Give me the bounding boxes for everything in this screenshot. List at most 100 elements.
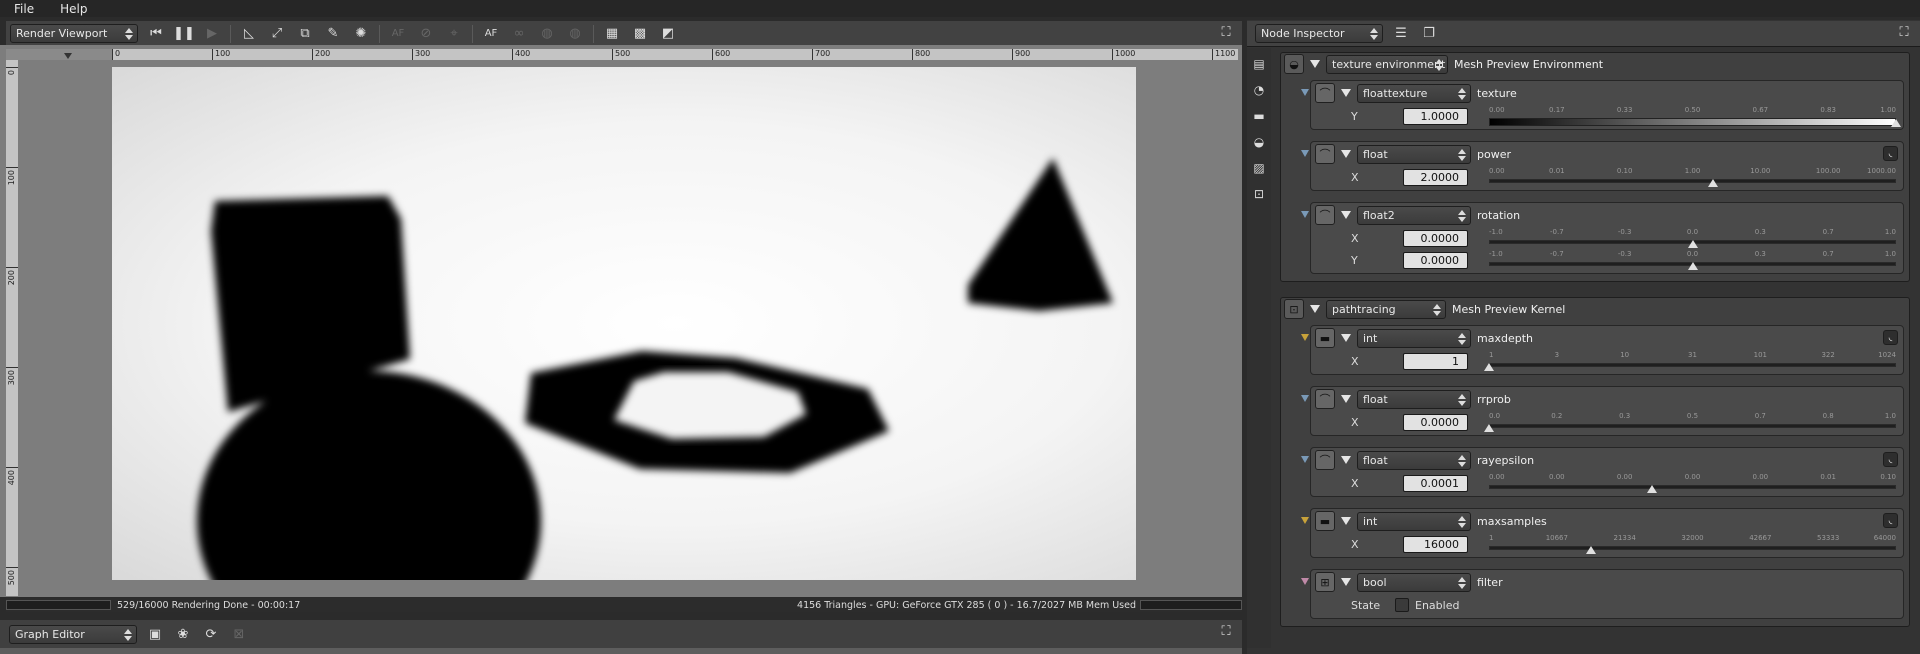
ruler-label: 1000 [1115, 49, 1136, 58]
node-color-icon[interactable]: ❀ [173, 624, 193, 644]
param-type-select[interactable]: int [1357, 511, 1471, 531]
menu-file[interactable]: File [0, 2, 46, 16]
collapse-param-icon[interactable] [1341, 211, 1351, 219]
value-slider[interactable]: 1 3 10 31 101 322 1024 [1484, 351, 1896, 371]
light-pick-icon[interactable]: ✺ [351, 24, 371, 44]
render-image [197, 158, 1113, 580]
maximize-icon[interactable]: ⛶ [1218, 25, 1234, 41]
link-icon[interactable]: ∞ [509, 24, 529, 44]
render-canvas[interactable] [112, 67, 1136, 580]
slider-thumb[interactable] [1484, 363, 1494, 371]
resize-icon[interactable]: ⤢ [267, 24, 287, 44]
autofocus-icon[interactable]: AF [481, 24, 501, 44]
graph-editor-mode-select[interactable]: Graph Editor [9, 624, 137, 644]
focus-icon[interactable]: ⊘ [416, 24, 436, 44]
ruler-tick [1112, 49, 1113, 60]
param-type-select[interactable]: float2 [1357, 205, 1471, 225]
curve-edit-icon[interactable]: ◟ [1883, 146, 1898, 161]
checker-icon[interactable]: ▩ [630, 24, 650, 44]
value-field[interactable]: 0.0000 [1403, 413, 1468, 431]
inspector-mode-select[interactable]: Node Inspector [1255, 24, 1383, 43]
node-refresh-icon[interactable]: ⟳ [201, 624, 221, 644]
ruler-tick [6, 467, 18, 468]
param-type-select[interactable]: bool [1357, 572, 1471, 592]
collapse-all-icon[interactable]: ☰ [1391, 24, 1411, 44]
value-slider[interactable]: 0.00 0.17 0.33 0.50 0.67 0.83 1.00 [1489, 106, 1901, 127]
param-type-select[interactable]: float [1357, 144, 1471, 164]
value-slider[interactable]: -1.0 -0.7 -0.3 0.0 0.3 0.7 1.0 [1489, 250, 1896, 270]
scale-label: 0.33 [1616, 106, 1633, 114]
skip-start-icon[interactable]: ⏮ [146, 24, 166, 44]
viewport-mode-select[interactable]: Render Viewport [10, 24, 138, 43]
slider-thumb[interactable] [1687, 262, 1698, 270]
collapse-param-icon[interactable] [1341, 517, 1351, 525]
collapse-param-icon[interactable] [1341, 334, 1351, 342]
value-slider[interactable]: 0.00 0.00 0.00 0.00 0.00 0.01 0.10 [1489, 473, 1896, 493]
kernel-type-select[interactable]: pathtracing [1326, 299, 1446, 319]
play-icon[interactable]: ▶ [202, 24, 222, 44]
inspector-maximize-icon[interactable]: ⛶ [1896, 25, 1912, 41]
menu-help[interactable]: Help [46, 2, 99, 16]
curve-edit-icon[interactable]: ◟ [1883, 330, 1898, 345]
slider-scale: -1.0 -0.7 -0.3 0.0 0.3 0.7 1.0 [1489, 250, 1896, 259]
material-pick-icon[interactable]: ✎ [323, 24, 343, 44]
camera-icon[interactable]: ◔ [1250, 81, 1268, 99]
slider-thumb[interactable] [1687, 240, 1698, 248]
value-slider[interactable]: 1 10667 21334 32000 42667 53333 64000 [1489, 534, 1896, 554]
sphere-icon[interactable]: ◍ [537, 24, 557, 44]
slider-thumb[interactable] [1707, 179, 1718, 187]
environment-type-select[interactable]: texture environment [1326, 54, 1448, 74]
value-slider[interactable]: 0.0 0.2 0.3 0.5 0.7 0.8 1.0 [1484, 412, 1896, 432]
collapse-kernel-icon[interactable] [1310, 305, 1320, 313]
camera-target-icon[interactable]: ⌖ [444, 24, 464, 44]
ruler-icon[interactable]: ◺ [239, 24, 259, 44]
render-target-icon[interactable]: ▤ [1250, 55, 1268, 73]
value-field[interactable]: 0.0001 [1403, 474, 1468, 492]
collapse-param-icon[interactable] [1341, 150, 1351, 158]
value-field[interactable]: 1 [1403, 352, 1468, 370]
collapse-param-icon[interactable] [1341, 578, 1351, 586]
collapse-env-icon[interactable] [1310, 60, 1320, 68]
value-field[interactable]: 16000 [1403, 535, 1468, 553]
environment-group-header: ◒ texture environment Mesh Preview Envir… [1281, 53, 1909, 75]
kernel-node-label: Mesh Preview Kernel [1452, 302, 1566, 316]
curve-edit-icon[interactable]: ◟ [1883, 452, 1898, 467]
value-field[interactable]: 0.0000 [1403, 229, 1468, 247]
image-icon[interactable]: ▨ [1250, 159, 1268, 177]
kernel-icon[interactable]: ▬ [1250, 107, 1268, 125]
screenshot-icon[interactable]: ⧉ [295, 24, 315, 44]
param-type-select[interactable]: floattexture [1357, 83, 1471, 103]
slider-thumb[interactable] [1646, 485, 1657, 493]
collapse-param-icon[interactable] [1341, 456, 1351, 464]
slider-thumb[interactable] [1585, 546, 1596, 554]
pause-icon[interactable]: ❚❚ [173, 24, 195, 44]
value-slider[interactable]: 0.00 0.01 0.10 1.00 10.00 100.00 1000.00 [1489, 167, 1896, 187]
grid-icon[interactable]: ▦ [602, 24, 622, 44]
new-node-icon[interactable]: ▣ [145, 624, 165, 644]
curve-edit-icon[interactable]: ◟ [1883, 513, 1898, 528]
window-icon[interactable]: ❐ [1419, 24, 1439, 44]
node-tool-icon[interactable]: ⊠ [229, 624, 249, 644]
enabled-checkbox[interactable] [1395, 598, 1409, 612]
collapse-param-icon[interactable] [1341, 89, 1351, 97]
region-icon[interactable]: ◩ [658, 24, 678, 44]
sphere2-icon[interactable]: ◍ [565, 24, 585, 44]
ruler-label: 400 [7, 470, 16, 486]
graph-editor-canvas[interactable] [0, 648, 1242, 654]
slider-thumb[interactable] [1891, 119, 1901, 127]
dropdown-arrow-icon [1458, 514, 1466, 529]
param-type-select[interactable]: float [1357, 389, 1471, 409]
imager-icon[interactable]: ⊡ [1250, 185, 1268, 203]
value-slider[interactable]: -1.0 -0.7 -0.3 0.0 0.3 0.7 1.0 [1489, 228, 1896, 248]
value-field[interactable]: 0.0000 [1403, 251, 1468, 269]
collapse-param-icon[interactable] [1341, 395, 1351, 403]
value-field[interactable]: 1.0000 [1403, 107, 1468, 125]
value-field[interactable]: 2.0000 [1403, 168, 1468, 186]
slider-thumb[interactable] [1484, 424, 1494, 432]
param-type-select[interactable]: int [1357, 328, 1471, 348]
ruler-label: 700 [815, 49, 831, 58]
graph-maximize-icon[interactable]: ⛶ [1218, 624, 1234, 640]
param-type-select[interactable]: float [1357, 450, 1471, 470]
environment-icon[interactable]: ◒ [1250, 133, 1268, 151]
af-dim-icon[interactable]: AF [388, 24, 408, 44]
